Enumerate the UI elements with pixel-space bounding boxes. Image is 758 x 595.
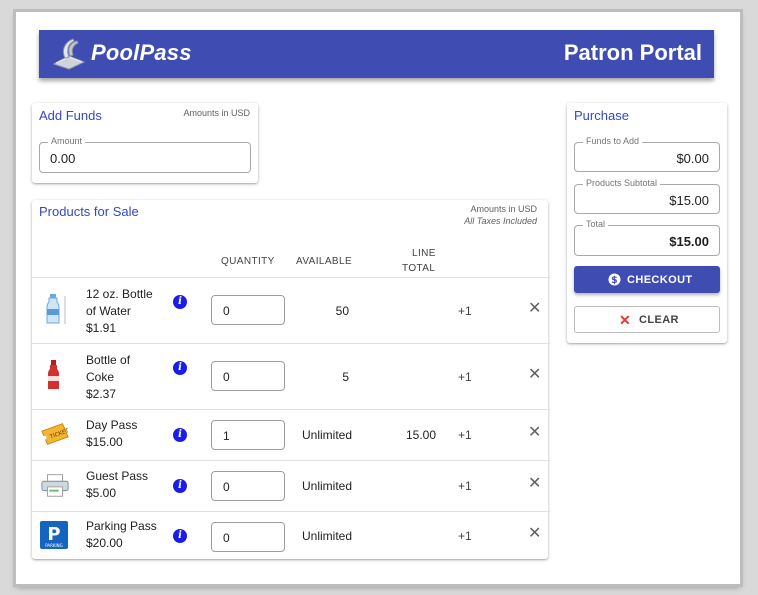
poolpass-logo-icon xyxy=(52,38,86,70)
product-row: Guest Pass $5.00 i 0 Unlimited +1 ✕ xyxy=(32,460,550,511)
column-quantity: QUANTITY xyxy=(221,256,275,267)
products-subtotal-label: Products Subtotal xyxy=(583,178,661,188)
product-row: 12 oz. Bottle of Water $1.91 i 0 50 +1 ✕ xyxy=(32,277,550,343)
product-name: Day Pass $15.00 xyxy=(86,418,138,449)
info-icon[interactable]: i xyxy=(173,428,187,442)
products-subtotal-field: Products Subtotal $15.00 xyxy=(574,178,720,214)
product-name: Bottle of Coke $2.37 xyxy=(86,353,131,401)
column-available: AVAILABLE xyxy=(296,256,353,267)
water-bottle-icon xyxy=(46,294,66,324)
app-header: PoolPass Patron Portal xyxy=(39,30,714,78)
increment-button[interactable]: +1 xyxy=(458,304,472,318)
coke-bottle-icon xyxy=(48,360,59,389)
svg-text:$: $ xyxy=(611,275,618,286)
available-count: 50 xyxy=(335,304,349,318)
increment-button[interactable]: +1 xyxy=(458,370,472,384)
total-value: $15.00 xyxy=(669,234,709,249)
add-funds-title: Add Funds xyxy=(39,108,102,123)
products-currency-note: Amounts in USD xyxy=(470,204,537,214)
quantity-input[interactable]: 0 xyxy=(211,295,285,325)
product-row: TICKET Day Pass $15.00 i 1 Unlimited 15.… xyxy=(32,409,550,460)
total-label: Total xyxy=(583,219,609,229)
info-icon[interactable]: i xyxy=(173,529,187,543)
product-price: $2.37 xyxy=(86,387,117,401)
clear-button[interactable]: ✕ CLEAR xyxy=(574,306,720,333)
product-name: Parking Pass $20.00 xyxy=(86,519,157,550)
parking-icon: P PARKING xyxy=(40,521,68,549)
funds-to-add-field: Funds to Add $0.00 xyxy=(574,136,720,172)
product-row: Bottle of Coke $2.37 i 0 5 +1 ✕ xyxy=(32,343,550,409)
purchase-card: Purchase Funds to Add $0.00 Products Sub… xyxy=(567,103,727,343)
column-line-total-2: TOTAL xyxy=(402,263,436,274)
add-funds-currency-note: Amounts in USD xyxy=(183,108,250,118)
product-price: $5.00 xyxy=(86,486,117,500)
product-price: $20.00 xyxy=(86,536,123,550)
product-row: P PARKING Parking Pass $20.00 i 0 Unlimi… xyxy=(32,511,550,559)
remove-icon[interactable]: ✕ xyxy=(528,425,541,441)
svg-text:PARKING: PARKING xyxy=(45,543,63,548)
brand-name: PoolPass xyxy=(91,40,192,65)
increment-button[interactable]: +1 xyxy=(458,479,472,493)
ticket-icon: TICKET xyxy=(41,423,70,445)
info-icon[interactable]: i xyxy=(173,295,187,309)
product-price: $15.00 xyxy=(86,435,123,449)
total-field: Total $15.00 xyxy=(574,219,720,256)
line-total: 15.00 xyxy=(405,428,436,442)
portal-title: Patron Portal xyxy=(563,40,702,65)
quantity-input[interactable]: 0 xyxy=(211,361,285,391)
column-line-total-1: LINE xyxy=(412,248,436,259)
products-subtotal-value: $15.00 xyxy=(669,193,709,208)
purchase-title: Purchase xyxy=(574,108,629,123)
products-tax-note: All Taxes Included xyxy=(464,216,537,226)
amount-label: Amount xyxy=(48,136,86,146)
clear-label: CLEAR xyxy=(639,314,679,326)
clear-x-icon: ✕ xyxy=(619,312,632,328)
quantity-input[interactable]: 0 xyxy=(211,522,285,552)
available-count: 5 xyxy=(342,370,349,384)
printer-pass-icon xyxy=(41,474,69,497)
amount-input[interactable]: Amount 0.00 xyxy=(39,136,251,173)
available-count: Unlimited xyxy=(301,479,352,493)
available-count: Unlimited xyxy=(301,428,352,442)
info-icon[interactable]: i xyxy=(173,361,187,375)
add-funds-card: Add Funds Amounts in USD Amount 0.00 xyxy=(32,103,258,183)
remove-icon[interactable]: ✕ xyxy=(528,476,541,492)
quantity-input[interactable]: 1 xyxy=(211,420,285,450)
checkout-button[interactable]: $ CHECKOUT xyxy=(574,266,720,293)
remove-icon[interactable]: ✕ xyxy=(528,367,541,383)
remove-icon[interactable]: ✕ xyxy=(528,526,541,542)
checkout-label: CHECKOUT xyxy=(627,274,693,286)
remove-icon[interactable]: ✕ xyxy=(528,301,541,317)
increment-button[interactable]: +1 xyxy=(458,529,472,543)
funds-to-add-value: $0.00 xyxy=(676,151,709,166)
increment-button[interactable]: +1 xyxy=(458,428,472,442)
funds-to-add-label: Funds to Add xyxy=(583,136,643,146)
quantity-input[interactable]: 0 xyxy=(211,471,285,501)
product-name: Guest Pass $5.00 xyxy=(86,469,149,500)
info-icon[interactable]: i xyxy=(173,479,187,493)
dollar-icon: $ xyxy=(608,273,621,286)
product-price: $1.91 xyxy=(86,321,117,335)
available-count: Unlimited xyxy=(301,529,352,543)
svg-text:P: P xyxy=(47,524,60,545)
products-card: Products for Sale Amounts in USD All Tax… xyxy=(32,200,550,559)
product-name: 12 oz. Bottle of Water $1.91 xyxy=(86,287,153,335)
amount-value: 0.00 xyxy=(50,151,76,166)
products-title: Products for Sale xyxy=(39,204,139,219)
